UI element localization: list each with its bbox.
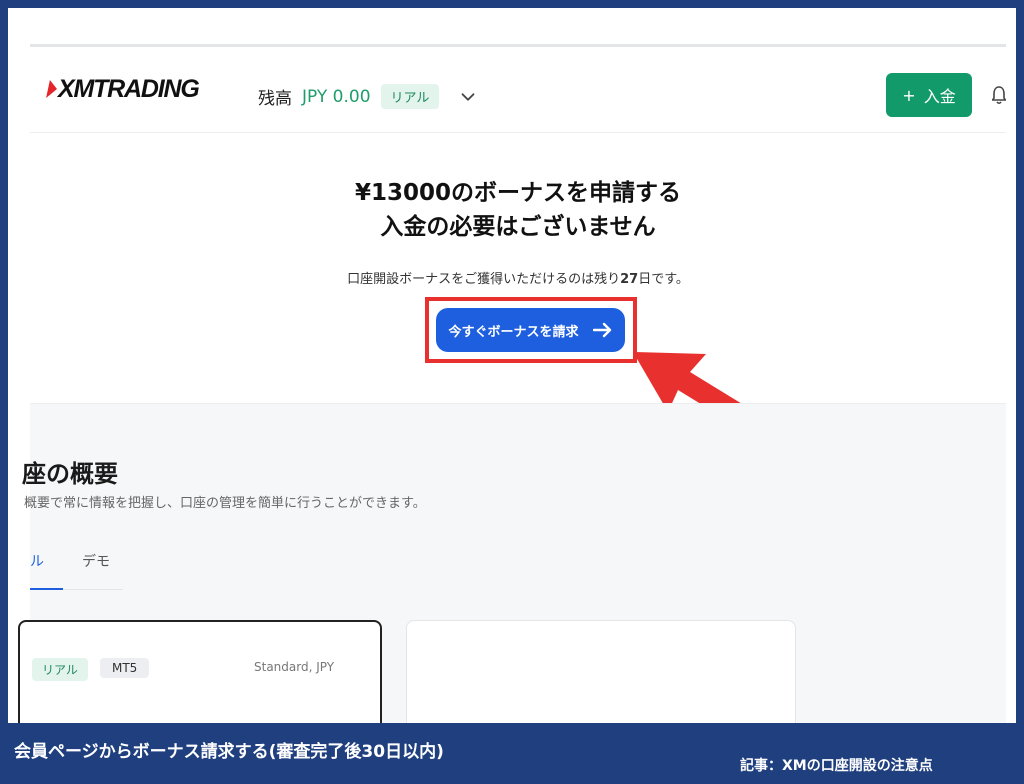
claim-bonus-button[interactable]: 今すぐボーナスを請求 xyxy=(436,308,625,352)
promo-title-line2: 入金の必要はございません xyxy=(380,214,656,240)
logo-mark-icon xyxy=(46,80,59,98)
account-type-badge: リアル xyxy=(380,84,440,109)
top-header: XMTRADING 残高 JPY 0.00 リアル + 入金 xyxy=(30,47,1006,133)
bell-icon[interactable] xyxy=(992,85,1006,105)
summary-title: 座の概要 xyxy=(22,460,118,488)
card-badge-real: リアル xyxy=(32,658,88,681)
tab-demo[interactable]: デモ xyxy=(82,551,110,571)
app-screenshot: XMTRADING 残高 JPY 0.00 リアル + 入金 ¥13000のボー… xyxy=(8,8,1016,723)
account-card[interactable]: リアル MT5 Standard, JPY xyxy=(18,620,382,723)
balance-label: 残高 xyxy=(258,89,292,109)
promo-notice-after: 日です。 xyxy=(638,272,689,287)
balance-value: JPY 0.00 xyxy=(302,86,371,107)
balance-summary: 残高 JPY 0.00 リアル xyxy=(258,84,479,109)
card-badge-platform: MT5 xyxy=(100,658,150,678)
chevron-down-icon[interactable] xyxy=(457,86,479,108)
account-card-placeholder xyxy=(406,620,796,723)
logo-text: XMTRADING xyxy=(58,74,200,103)
card-account-type: Standard, JPY xyxy=(254,660,335,674)
deposit-button[interactable]: + 入金 xyxy=(886,73,972,117)
plus-icon: + xyxy=(902,85,916,105)
xm-logo[interactable]: XMTRADING xyxy=(46,74,200,104)
claim-bonus-label: 今すぐボーナスを請求 xyxy=(448,324,579,340)
promo-notice: 口座開設ボーナスをご獲得いただけるのは残り27日です。 xyxy=(30,268,1006,287)
tab-real[interactable]: ル xyxy=(30,551,44,571)
account-summary-panel: 座の概要 概要で常に情報を把握し、口座の管理を簡単に行うことができます。 ル デ… xyxy=(18,403,1006,723)
promo-notice-days: 27 xyxy=(620,272,639,287)
caption-bar: 会員ページからボーナス請求する(審査完了後30日以内) 記事：XMの口座開設の注… xyxy=(0,723,1024,784)
summary-description: 概要で常に情報を把握し、口座の管理を簡単に行うことができます。 xyxy=(24,496,426,511)
promo-notice-before: 口座開設ボーナスをご獲得いただけるのは残り xyxy=(347,272,621,287)
caption-side-text: 記事：XMの口座開設の注意点 xyxy=(740,758,933,774)
active-tab-underline xyxy=(30,588,63,590)
deposit-button-label: 入金 xyxy=(923,87,956,106)
arrow-right-icon xyxy=(592,322,611,338)
tab-divider xyxy=(63,589,123,590)
promo-title-line1: ¥13000のボーナスを申請する xyxy=(354,180,682,206)
promo-title: ¥13000のボーナスを申請する 入金の必要はございません xyxy=(30,176,1006,244)
caption-main-text: 会員ページからボーナス請求する(審査完了後30日以内) xyxy=(14,742,444,762)
